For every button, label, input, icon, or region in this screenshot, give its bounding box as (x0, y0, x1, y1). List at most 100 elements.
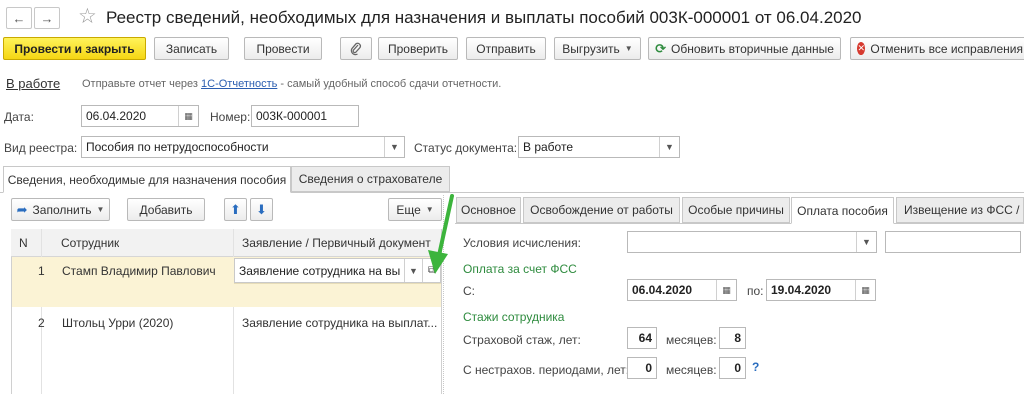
fill-button[interactable]: ➦ Заполнить ▼ (11, 198, 110, 221)
chevron-down-icon: ▼ (96, 205, 105, 214)
tab-main[interactable]: Основное (456, 197, 521, 223)
doc-status-select[interactable]: В работе ▼ (518, 136, 680, 158)
chevron-down-icon[interactable]: ▼ (384, 137, 404, 157)
post-button[interactable]: Провести (244, 37, 322, 60)
add-button[interactable]: Добавить (127, 198, 205, 221)
arrow-up-icon: ⬆ (230, 201, 241, 217)
row-separator (234, 283, 441, 284)
cancel-icon: ✕ (857, 42, 866, 55)
check-label: Проверить (387, 41, 448, 56)
row-document: Заявление сотрудника на выплат... (242, 316, 438, 330)
add-label: Добавить (139, 202, 193, 217)
check-button[interactable]: Проверить (378, 37, 458, 60)
tab-special-reasons[interactable]: Особые причины (682, 197, 790, 223)
calendar-icon[interactable]: ▦ (855, 280, 875, 300)
chevron-down-icon[interactable]: ▼ (659, 137, 679, 157)
forward-button[interactable]: → (34, 7, 60, 29)
refresh-label: Обновить вторичные данные (670, 41, 834, 56)
column-header-document[interactable]: Заявление / Первичный документ (242, 236, 431, 250)
tab-insurer-info[interactable]: Сведения о страхователе (291, 166, 450, 192)
tab-benefit-payment[interactable]: Оплата пособия (791, 197, 894, 224)
export-button[interactable]: Выгрузить ▼ (554, 37, 641, 60)
move-up-button[interactable]: ⬆ (224, 198, 247, 221)
save-label: Записать (165, 41, 218, 56)
noninsurance-label: С нестрахов. периодами, лет: (463, 363, 630, 377)
arrow-down-icon: ⬇ (256, 201, 267, 217)
hint-text-after: - самый удобный способ сдачи отчетности. (277, 78, 502, 90)
tab-insurer-info-label: Сведения о страхователе (298, 172, 443, 186)
export-label: Выгрузить (562, 41, 620, 56)
favorite-star-icon[interactable]: ☆ (78, 4, 97, 29)
post-and-close-button[interactable]: Провести и закрыть (3, 37, 146, 60)
refresh-icon: ⟳ (655, 40, 666, 56)
calendar-icon[interactable]: ▦ (716, 280, 736, 300)
more-label: Еще (396, 202, 421, 217)
table-header: N Сотрудник Заявление / Первичный докуме… (11, 229, 441, 257)
attachment-button[interactable] (340, 37, 372, 60)
back-button[interactable]: ← (6, 7, 32, 29)
row-number: 2 (38, 316, 45, 330)
status-link[interactable]: В работе (6, 76, 60, 91)
row-document-select[interactable]: Заявление сотрудника на вы ▼ ⧉ (234, 258, 441, 283)
paperclip-icon (350, 42, 361, 55)
row-number: 1 (38, 264, 45, 278)
to-date-value: 19.04.2020 (771, 283, 832, 297)
status-text: В работе (6, 76, 61, 91)
hint-text-before: Отправьте отчет через (82, 78, 202, 90)
cancel-all-fixes-button[interactable]: ✕ Отменить все исправления (850, 37, 1024, 60)
tab-fss-notice-label: Извещение из ФСС / (904, 203, 1020, 217)
table-row[interactable]: 1 Стамп Владимир Павлович Заявление сотр… (12, 257, 441, 307)
insurance-months-field[interactable]: 8 (719, 327, 746, 349)
registry-type-value: Пособия по нетрудоспособности (86, 140, 269, 154)
save-button[interactable]: Записать (154, 37, 229, 60)
registry-type-select[interactable]: Пособия по нетрудоспособности ▼ (81, 136, 405, 158)
from-date-field[interactable]: 06.04.2020 ▦ (627, 279, 737, 301)
tab-work-release[interactable]: Освобождение от работы (523, 197, 680, 223)
insurance-months-value: 8 (734, 331, 741, 345)
conditions-label: Условия исчисления: (463, 236, 581, 250)
row-employee: Стамп Владимир Павлович (62, 264, 216, 278)
to-date-field[interactable]: 19.04.2020 ▦ (766, 279, 876, 301)
insurance-months-label: месяцев: (666, 333, 717, 347)
cancel-fixes-label: Отменить все исправления (870, 41, 1023, 56)
reporting-hint: Отправьте отчет через 1С-Отчетность - са… (82, 78, 501, 90)
date-label: Дата: (4, 110, 34, 124)
table-row[interactable]: 2 Штольц Урри (2020) Заявление сотрудник… (12, 309, 441, 335)
insurance-experience-label: Страховой стаж, лет: (463, 333, 581, 347)
tab-fss-notice[interactable]: Извещение из ФСС / (896, 197, 1024, 223)
experience-heading: Стажи сотрудника (463, 310, 565, 324)
tab-benefit-info[interactable]: Сведения, необходимые для назначения пос… (3, 166, 291, 193)
refresh-secondary-data-button[interactable]: ⟳ Обновить вторичные данные (648, 37, 841, 60)
insurance-years-field[interactable]: 64 (627, 327, 657, 349)
noninsurance-years-field[interactable]: 0 (627, 357, 657, 379)
number-field[interactable]: 003К-000001 (251, 105, 359, 127)
post-label: Провести (256, 41, 310, 56)
forward-arrow-icon: → (40, 10, 54, 26)
move-down-button[interactable]: ⬇ (250, 198, 273, 221)
noninsurance-months-label: месяцев: (666, 363, 717, 377)
detail-tabs-divider (455, 223, 1024, 224)
back-arrow-icon: ← (12, 10, 26, 26)
conditions-extra-field[interactable] (885, 231, 1021, 253)
tab-special-reasons-label: Особые причины (688, 203, 784, 217)
date-value: 06.04.2020 (86, 109, 147, 123)
row-employee: Штольц Урри (2020) (62, 316, 174, 330)
help-icon[interactable]: ? (752, 360, 759, 374)
send-button[interactable]: Отправить (466, 37, 546, 60)
reporting-service-link[interactable]: 1С-Отчетность (201, 78, 277, 90)
column-header-n[interactable]: N (19, 236, 28, 250)
column-header-employee[interactable]: Сотрудник (61, 236, 119, 250)
to-label: по: (747, 284, 764, 298)
tab-work-release-label: Освобождение от работы (530, 203, 673, 217)
from-label: С: (463, 284, 475, 298)
tab-benefit-info-label: Сведения, необходимые для назначения пос… (7, 172, 287, 187)
doc-status-label: Статус документа: (414, 141, 518, 155)
date-field[interactable]: 06.04.2020 ▦ (81, 105, 199, 127)
conditions-select[interactable]: ▼ (627, 231, 877, 253)
noninsurance-months-field[interactable]: 0 (719, 357, 746, 379)
chevron-down-icon[interactable]: ▼ (856, 232, 876, 252)
noninsurance-months-value: 0 (734, 361, 741, 375)
post-and-close-label: Провести и закрыть (14, 41, 135, 56)
calendar-icon[interactable]: ▦ (178, 106, 198, 126)
noninsurance-years-value: 0 (645, 361, 652, 375)
